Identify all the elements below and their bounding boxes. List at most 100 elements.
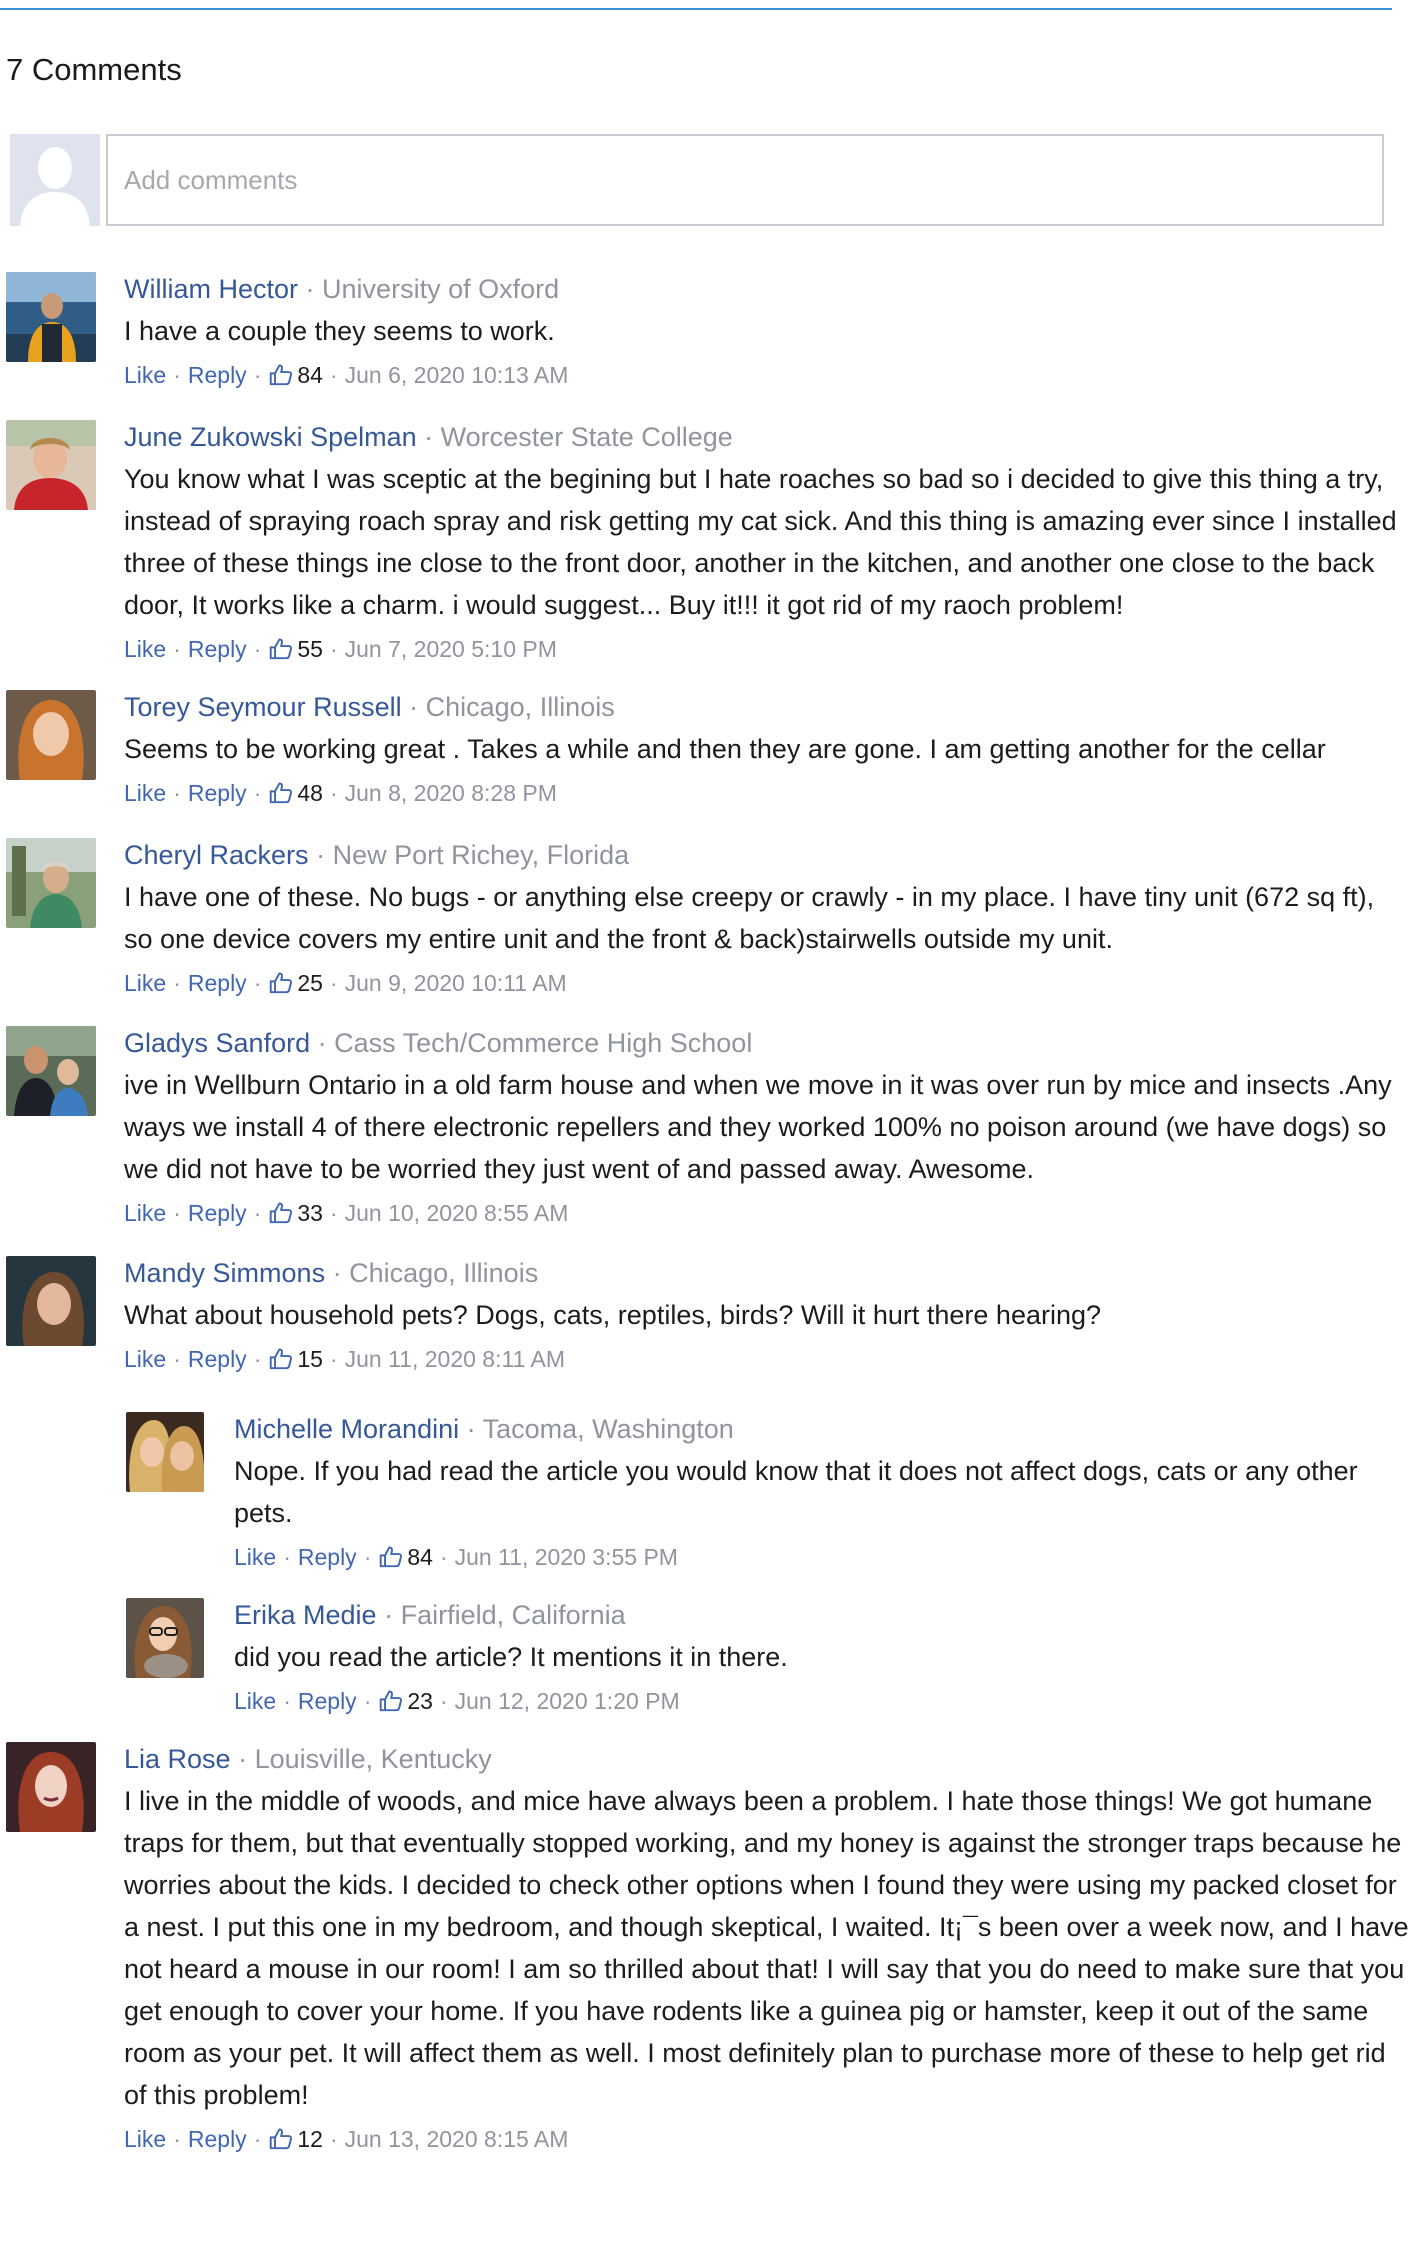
comment-actions: Like · Reply · 12 · Jun 13, 2020 8:15 AM <box>124 2124 1410 2154</box>
separator: · <box>424 422 434 452</box>
timestamp: Jun 7, 2020 5:10 PM <box>344 636 557 662</box>
author-affiliation: University of Oxford <box>322 274 560 304</box>
thumbs-up-icon[interactable] <box>378 1544 404 1570</box>
comment-body: Lia Rose · Louisville, Kentucky I live i… <box>124 1742 1410 2154</box>
reply-button[interactable]: Reply <box>188 1344 247 1374</box>
timestamp: Jun 11, 2020 8:11 AM <box>344 1346 565 1372</box>
reply-button[interactable]: Reply <box>188 778 247 808</box>
separator: · <box>317 1028 327 1058</box>
like-button[interactable]: Like <box>234 1686 276 1716</box>
avatar[interactable] <box>6 420 96 510</box>
likes-count: 84 <box>407 1544 433 1570</box>
likes-count: 23 <box>407 1688 433 1714</box>
thumbs-up-icon[interactable] <box>268 2126 294 2152</box>
separator: · <box>332 1258 342 1288</box>
avatar[interactable] <box>6 690 96 780</box>
author-affiliation: Worcester State College <box>440 422 733 452</box>
reply-button[interactable]: Reply <box>188 634 247 664</box>
avatar[interactable] <box>6 1256 96 1346</box>
author-affiliation: Chicago, Illinois <box>349 1258 539 1288</box>
comment-actions: Like · Reply · 48 · Jun 8, 2020 8:28 PM <box>124 778 1410 808</box>
reply-button[interactable]: Reply <box>188 968 247 998</box>
top-divider <box>0 8 1392 10</box>
separator: · <box>173 970 181 996</box>
comment-actions: Like · Reply · 15 · Jun 11, 2020 8:11 AM <box>124 1344 1410 1374</box>
author-name[interactable]: Torey Seymour Russell <box>124 692 402 722</box>
separator: · <box>238 1744 248 1774</box>
comment-body: Michelle Morandini · Tacoma, Washington … <box>234 1412 1386 1572</box>
avatar[interactable] <box>126 1598 204 1678</box>
author-name[interactable]: Erika Medie <box>234 1600 377 1630</box>
like-button[interactable]: Like <box>124 778 166 808</box>
like-button[interactable]: Like <box>124 634 166 664</box>
thumbs-up-icon[interactable] <box>378 1688 404 1714</box>
comment-text: I have one of these. No bugs - or anythi… <box>124 882 1375 954</box>
thumbs-up-icon[interactable] <box>268 636 294 662</box>
likes-count: 84 <box>297 362 323 388</box>
likes-count: 48 <box>297 780 323 806</box>
reply-button[interactable]: Reply <box>188 2124 247 2154</box>
reply-button[interactable]: Reply <box>298 1686 357 1716</box>
separator: · <box>253 2126 262 2152</box>
separator: · <box>283 1688 291 1714</box>
author-affiliation: New Port Richey, Florida <box>332 840 630 870</box>
reply-button[interactable]: Reply <box>298 1542 357 1572</box>
timestamp: Jun 8, 2020 8:28 PM <box>344 780 557 806</box>
author-name[interactable]: Gladys Sanford <box>124 1028 310 1058</box>
avatar[interactable] <box>6 1742 96 1832</box>
thumbs-up-icon[interactable] <box>268 1200 294 1226</box>
timestamp: Jun 10, 2020 8:55 AM <box>344 1200 569 1226</box>
comment-text: Seems to be working great . Takes a whil… <box>124 734 1326 764</box>
author-affiliation: Chicago, Illinois <box>425 692 615 722</box>
like-button[interactable]: Like <box>124 968 166 998</box>
author-name[interactable]: William Hector <box>124 274 298 304</box>
author-name[interactable]: Michelle Morandini <box>234 1414 459 1444</box>
author-affiliation: Louisville, Kentucky <box>254 1744 492 1774</box>
reply-button[interactable]: Reply <box>188 360 247 390</box>
author-name[interactable]: Cheryl Rackers <box>124 840 309 870</box>
avatar[interactable] <box>6 272 96 362</box>
separator: · <box>329 2126 338 2152</box>
timestamp: Jun 11, 2020 3:55 PM <box>454 1544 678 1570</box>
comment-text: Nope. If you had read the article you wo… <box>234 1456 1358 1528</box>
avatar[interactable] <box>6 838 96 928</box>
separator: · <box>253 636 262 662</box>
separator: · <box>363 1544 372 1570</box>
comment-actions: Like · Reply · 84 · Jun 6, 2020 10:13 AM <box>124 360 1410 390</box>
author-name[interactable]: Mandy Simmons <box>124 1258 325 1288</box>
comment-body: Cheryl Rackers · New Port Richey, Florid… <box>124 838 1410 998</box>
timestamp: Jun 12, 2020 1:20 PM <box>454 1688 680 1714</box>
thumbs-up-icon[interactable] <box>268 780 294 806</box>
thumbs-up-icon[interactable] <box>268 362 294 388</box>
separator: · <box>316 840 326 870</box>
comment-text: did you read the article? It mentions it… <box>234 1642 788 1672</box>
separator: · <box>409 692 419 722</box>
like-button[interactable]: Like <box>124 1198 166 1228</box>
reply-button[interactable]: Reply <box>188 1198 247 1228</box>
like-button[interactable]: Like <box>124 2124 166 2154</box>
author-affiliation: Fairfield, California <box>400 1600 626 1630</box>
avatar[interactable] <box>126 1412 204 1492</box>
comment-body: Erika Medie · Fairfield, California did … <box>234 1598 1386 1716</box>
separator: · <box>439 1544 448 1570</box>
comment-actions: Like · Reply · 55 · Jun 7, 2020 5:10 PM <box>124 634 1410 664</box>
thumbs-up-icon[interactable] <box>268 970 294 996</box>
like-button[interactable]: Like <box>124 1344 166 1374</box>
like-button[interactable]: Like <box>124 360 166 390</box>
avatar[interactable] <box>6 1026 96 1116</box>
like-button[interactable]: Like <box>234 1542 276 1572</box>
thumbs-up-icon[interactable] <box>268 1346 294 1372</box>
comment-text: I have a couple they seems to work. <box>124 316 555 346</box>
separator: · <box>466 1414 476 1444</box>
add-comment-input[interactable] <box>106 134 1384 226</box>
comment-text: I live in the middle of woods, and mice … <box>124 1786 1409 2110</box>
likes-count: 12 <box>297 2126 323 2152</box>
comment-actions: Like · Reply · 84 · Jun 11, 2020 3:55 PM <box>234 1542 1386 1572</box>
author-name[interactable]: June Zukowski Spelman <box>124 422 417 452</box>
comment-body: June Zukowski Spelman · Worcester State … <box>124 420 1410 664</box>
author-affiliation: Cass Tech/Commerce High School <box>334 1028 753 1058</box>
comment-body: Mandy Simmons · Chicago, Illinois What a… <box>124 1256 1410 1374</box>
separator: · <box>173 636 181 662</box>
comment-composer <box>10 134 1388 232</box>
author-name[interactable]: Lia Rose <box>124 1744 231 1774</box>
